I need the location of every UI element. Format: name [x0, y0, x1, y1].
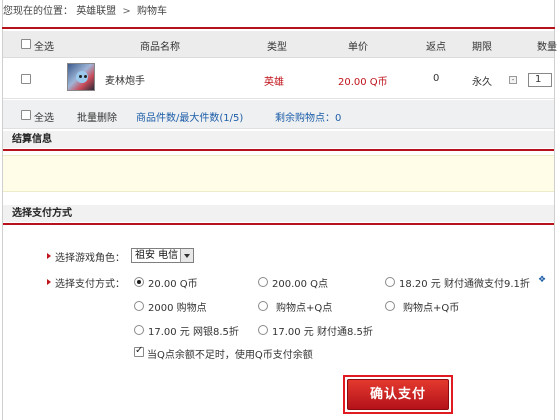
- chevron-down-icon: [180, 249, 193, 262]
- breadcrumb: 您现在的位置： 英雄联盟 > 购物车: [3, 2, 167, 17]
- pay-option-radio[interactable]: [385, 301, 395, 311]
- bullet-icon: [47, 279, 51, 285]
- select-all-checkbox[interactable]: [21, 39, 31, 49]
- qty-input[interactable]: 1: [528, 73, 552, 87]
- pay-option-label: 17.00 元 网银8.5折: [148, 327, 239, 338]
- pay-option-label: 18.20 元 财付通微支付9.1折: [399, 279, 530, 290]
- confirm-payment-button[interactable]: 确认支付: [347, 379, 449, 410]
- row-item-period: 永久: [472, 77, 492, 88]
- payment-rule: [3, 223, 554, 225]
- batch-delete-link[interactable]: 批量删除: [77, 109, 117, 124]
- pay-option-radio[interactable]: [134, 301, 144, 311]
- batch-select-all-label: 全选: [34, 113, 54, 124]
- pay-option-label: 200.00 Q点: [272, 279, 329, 290]
- payment-title: 选择支付方式: [3, 205, 554, 222]
- remaining-points-text: 剩余购物点：0: [275, 113, 342, 124]
- pay-option-radio[interactable]: [134, 277, 144, 287]
- row-item-points: 0: [433, 73, 440, 84]
- batch-action-bar: 全选 批量删除 商品件数/最大件数(1/5) 剩余购物点：0: [3, 100, 554, 129]
- pay-option-label: 17.00 元 财付通8.5折: [272, 327, 373, 338]
- breadcrumb-prefix: 您现在的位置：: [3, 6, 73, 17]
- row-item-name: 麦林炮手: [105, 76, 145, 87]
- pay-option-label: 购物点+Q币: [403, 303, 460, 314]
- settlement-rule: [3, 149, 554, 151]
- header-period: 期限: [472, 42, 492, 53]
- role-select-value: 祖安 电信: [135, 250, 179, 261]
- champion-avatar: [67, 63, 95, 91]
- breadcrumb-separator: >: [122, 6, 131, 17]
- qty-minus-button[interactable]: -: [509, 76, 517, 84]
- pay-option-radio[interactable]: [258, 325, 268, 335]
- header-type: 类型: [267, 42, 287, 53]
- header-qty: 数量: [537, 42, 557, 53]
- pay-option-radio[interactable]: [134, 325, 144, 335]
- row-checkbox[interactable]: [21, 74, 31, 84]
- batch-select-all-checkbox[interactable]: [21, 110, 31, 120]
- item-count-label: 商品件数/最大件数(1/5): [136, 113, 244, 124]
- fallback-label: 当Q点余额不足时，使用Q币支付余额: [147, 350, 313, 361]
- row-item-type: 英雄: [264, 77, 284, 88]
- pay-option-label: 20.00 Q币: [148, 279, 198, 290]
- role-label: 选择游戏角色：: [55, 253, 125, 264]
- pay-option-radio[interactable]: [258, 277, 268, 287]
- role-select[interactable]: 祖安 电信: [131, 248, 194, 263]
- breadcrumb-link-lol[interactable]: 英雄联盟: [76, 6, 116, 17]
- pay-option-label: 购物点+Q点: [276, 303, 333, 314]
- bullet-icon: [47, 253, 51, 259]
- pay-option-radio[interactable]: [385, 277, 395, 287]
- remaining-points-label: 剩余购物点：0: [275, 109, 341, 124]
- cart-table-header: 全选 商品名称 类型 单价 返点 期限 数量: [3, 31, 557, 58]
- settlement-info-box: [3, 155, 554, 192]
- fallback-checkbox[interactable]: [134, 345, 144, 357]
- header-select-all: 全选: [34, 42, 54, 53]
- header-points: 返点: [426, 42, 446, 53]
- cart-top-rule: [2, 27, 555, 29]
- row-item-price: 20.00 Q币: [338, 77, 388, 88]
- confirm-button-frame: 确认支付: [343, 375, 453, 414]
- settlement-title: 结算信息: [3, 131, 554, 148]
- tenpay-icon: ❖: [537, 275, 547, 285]
- pay-option-label: 2000 购物点: [148, 303, 207, 314]
- table-row: 麦林炮手 英雄 20.00 Q币 0 永久 - 1: [3, 59, 554, 99]
- header-price: 单价: [348, 42, 368, 53]
- pay-option-radio[interactable]: [258, 301, 268, 311]
- method-label: 选择支付方式：: [55, 279, 125, 290]
- header-name: 商品名称: [140, 42, 180, 53]
- breadcrumb-current: 购物车: [136, 6, 167, 17]
